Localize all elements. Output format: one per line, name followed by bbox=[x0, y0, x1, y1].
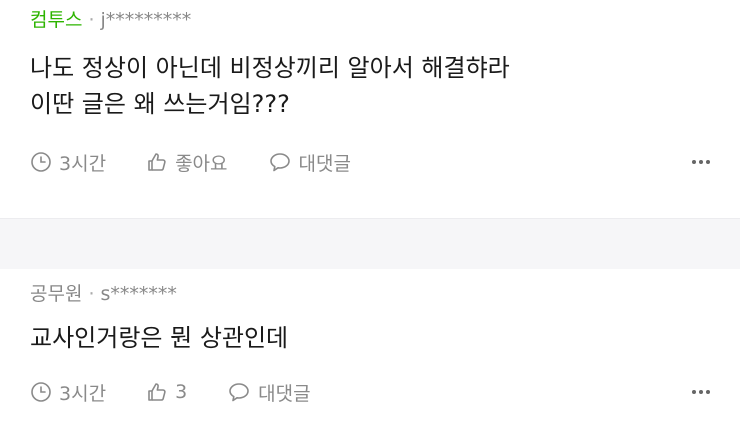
more-options-button[interactable] bbox=[692, 148, 710, 176]
speech-bubble-icon bbox=[269, 153, 290, 172]
comment-author-company[interactable]: 공무원 bbox=[30, 283, 82, 305]
thumbs-up-icon bbox=[148, 383, 166, 401]
like-count: 3 bbox=[175, 381, 188, 403]
comment-meta: 컴투스 · j********* bbox=[30, 8, 191, 32]
more-dots-icon bbox=[706, 390, 710, 394]
comment-author-company[interactable]: 컴투스 bbox=[30, 9, 82, 31]
reply-button-label: 대댓글 bbox=[258, 382, 311, 405]
comment-body: 나도 정상이 아닌데 비정상끼리 알아서 해결햐라 이딴 글은 왜 쓰는거임??… bbox=[30, 54, 510, 118]
meta-separator: · bbox=[88, 9, 95, 31]
like-button[interactable]: 3 bbox=[146, 381, 187, 403]
comment-user-id: j********* bbox=[100, 9, 192, 31]
meta-separator: · bbox=[88, 283, 95, 305]
comment-time-label: 3시간 bbox=[59, 152, 107, 175]
comment-divider bbox=[0, 218, 740, 269]
comment-meta: 공무원 · s******* bbox=[30, 282, 177, 306]
more-options-button[interactable] bbox=[692, 378, 710, 406]
like-button-label: 좋아요 bbox=[175, 152, 228, 175]
comment-item: 컴투스 · j********* 나도 정상이 아닌데 비정상끼리 알아서 해결햐라… bbox=[0, 0, 740, 218]
reply-button[interactable]: 대댓글 bbox=[268, 149, 351, 176]
clock-icon bbox=[31, 152, 51, 172]
reply-button-label: 대댓글 bbox=[298, 152, 351, 175]
comment-item: 공무원 · s******* 교사인거랑은 뭔 상관인데 3시간 3 대댓글 bbox=[0, 268, 740, 438]
comment-time: 3시간 bbox=[30, 379, 106, 406]
comment-user-id: s******* bbox=[100, 283, 177, 305]
more-dots-icon bbox=[706, 160, 710, 164]
comment-time: 3시간 bbox=[30, 149, 106, 176]
more-dots-icon bbox=[692, 160, 696, 164]
comment-actions: 3시간 좋아요 대댓글 bbox=[30, 148, 710, 176]
more-dots-icon bbox=[699, 390, 703, 394]
reply-button[interactable]: 대댓글 bbox=[227, 379, 311, 406]
clock-icon bbox=[31, 382, 51, 402]
speech-bubble-icon bbox=[229, 383, 249, 402]
more-dots-icon bbox=[699, 160, 703, 164]
like-button[interactable]: 좋아요 bbox=[146, 149, 228, 176]
comment-time-label: 3시간 bbox=[59, 382, 107, 405]
comment-actions: 3시간 3 대댓글 bbox=[30, 378, 710, 406]
thumbs-up-icon bbox=[148, 153, 166, 171]
comment-body: 교사인거랑은 뭔 상관인데 bbox=[30, 324, 289, 352]
more-dots-icon bbox=[692, 390, 696, 394]
